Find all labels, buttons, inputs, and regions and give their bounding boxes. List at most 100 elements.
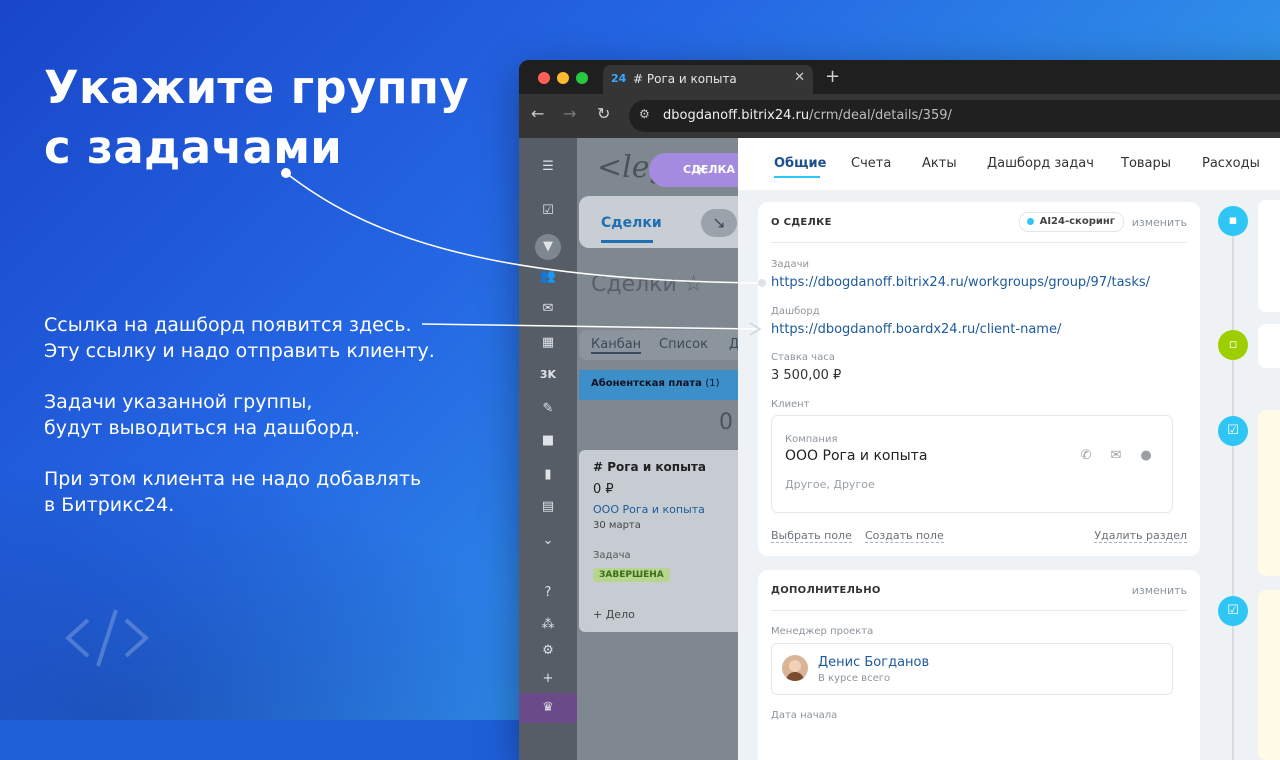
card-task-label: Задача — [593, 550, 631, 561]
box-icon[interactable]: ■ — [539, 432, 557, 450]
kanban-column-header[interactable]: Абонентская плата (1) — [579, 370, 749, 400]
dashboard-link[interactable]: https://dbogdanoff.boardx24.ru/client-na… — [771, 322, 1061, 337]
email-icon[interactable]: ✉ — [1108, 448, 1124, 464]
url-host: dbogdanoff.bitrix24.ru — [663, 108, 810, 123]
help-icon[interactable]: ? — [539, 584, 557, 602]
tab-expenses[interactable]: Расходы — [1202, 156, 1260, 171]
task-check-icon[interactable]: ☑ — [1218, 596, 1248, 626]
settings-gear-icon[interactable]: ⚙ — [539, 642, 557, 660]
ai-chip-label: AI24-скоринг — [1039, 216, 1115, 227]
tab-invoices[interactable]: Счета — [851, 156, 891, 171]
view-list[interactable]: Список — [659, 337, 708, 352]
tab-close-icon[interactable]: ✕ — [794, 70, 805, 85]
column-name: Абонентская плата — [591, 378, 702, 389]
view-kanban[interactable]: Канбан — [591, 337, 642, 354]
slide-headline: Укажите группу с задачами — [44, 58, 469, 178]
edit-section-link[interactable]: изменить — [1132, 216, 1187, 229]
tasks-link[interactable]: https://dbogdanoff.bitrix24.ru/workgroup… — [771, 275, 1150, 290]
tab-acts[interactable]: Акты — [922, 156, 957, 171]
tab-title: # Рога и копыта — [633, 72, 737, 86]
card-title[interactable]: # Рога и копыта — [593, 460, 706, 474]
card-sum: 0 ₽ — [593, 482, 614, 497]
menu-icon[interactable]: ☰ — [539, 158, 557, 176]
back-arrow-icon[interactable]: ← — [531, 104, 544, 123]
site-settings-icon[interactable]: ⚙ — [639, 107, 655, 123]
crm-funnel-icon[interactable]: ▼ — [535, 234, 561, 260]
structure-icon[interactable]: ⁂ — [539, 616, 557, 634]
timeline-item[interactable] — [1258, 324, 1280, 368]
url-text: dbogdanoff.bitrix24.ru/crm/deal/details/… — [663, 108, 952, 123]
avatar — [782, 655, 808, 681]
chat-bubble-icon[interactable]: ▫ — [1218, 330, 1248, 360]
browser-tab[interactable]: 24 # Рога и копыта ✕ — [603, 65, 813, 94]
field-label-start-date: Дата начала — [771, 710, 838, 721]
headline-line-2: с задачами — [44, 121, 343, 174]
field-label-tasks: Задачи — [771, 259, 809, 270]
manager-status: В курсе всего — [818, 673, 891, 684]
manager-name[interactable]: Денис Богданов — [818, 655, 929, 670]
mail-icon[interactable]: ✉ — [539, 300, 557, 318]
add-activity-button[interactable]: + Дело — [593, 608, 635, 621]
close-window-icon[interactable] — [538, 72, 550, 84]
comment-icon[interactable]: ▪ — [1218, 206, 1248, 236]
crm-tabs: Сделки ↘ — [579, 196, 759, 248]
3k-icon[interactable]: 3K — [539, 366, 557, 384]
tab-products[interactable]: Товары — [1121, 156, 1171, 171]
forward-arrow-icon[interactable]: → — [563, 104, 576, 123]
import-arrow-icon[interactable]: ↘ — [701, 209, 737, 237]
close-slider-icon[interactable]: ✕ — [695, 153, 708, 187]
code-brackets-logo-icon — [65, 609, 149, 667]
task-check-icon[interactable]: ☑ — [1218, 416, 1248, 446]
crown-tariff-button[interactable]: ♛ — [519, 693, 577, 723]
add-icon[interactable]: + — [539, 670, 557, 688]
tasks-icon[interactable]: ☑ — [539, 202, 557, 220]
annotation-line: Эту ссылку и надо отправить клиенту. — [44, 340, 435, 362]
headline-line-1: Укажите группу — [44, 61, 469, 114]
annotation-line: будут выводиться на дашборд. — [44, 417, 360, 439]
tab-general[interactable]: Общие — [774, 156, 826, 171]
company-label: Компания — [785, 434, 838, 445]
client-company-box: Компания ООО Рога и копыта Другое, Друго… — [771, 415, 1173, 513]
chat-icon[interactable]: ● — [1138, 448, 1154, 464]
extra-section: ДОПОЛНИТЕЛЬНО изменить Менеджер проекта … — [758, 570, 1200, 760]
timeline-editor[interactable] — [1258, 200, 1280, 312]
manager-box: Денис Богданов В курсе всего — [771, 643, 1173, 695]
deal-chip-text: СДЕЛКА — [683, 163, 736, 176]
signature-icon[interactable]: ✎ — [539, 400, 557, 418]
minimize-window-icon[interactable] — [557, 72, 569, 84]
company-details: Другое, Другое — [785, 478, 875, 491]
url-path: /crm/deal/details/359/ — [809, 108, 952, 123]
field-label-client: Клиент — [771, 399, 810, 410]
active-tab-underline — [774, 176, 820, 178]
delete-section-link[interactable]: Удалить раздел — [1094, 529, 1187, 543]
tab-deals[interactable]: Сделки — [601, 215, 662, 231]
annotation-dashboard-link: Ссылка на дашборд появится здесь. Эту сс… — [44, 312, 435, 364]
reload-icon[interactable]: ↻ — [597, 104, 610, 123]
card-company-link[interactable]: ООО Рога и копыта — [593, 503, 705, 516]
maximize-window-icon[interactable] — [576, 72, 588, 84]
kanban-deal-card[interactable]: # Рога и копыта 0 ₽ ООО Рога и копыта 30… — [579, 450, 749, 632]
tab-task-dashboard[interactable]: Дашборд задач — [987, 156, 1094, 171]
annotation-line: Задачи указанной группы, — [44, 391, 313, 413]
ai-scoring-button[interactable]: AI24-скоринг — [1018, 212, 1124, 232]
about-deal-section: О СДЕЛКЕ AI24-скоринг изменить Задачи ht… — [758, 202, 1200, 556]
left-nav: ☰ ☑ ▼ 👥 ✉ ▦ 3K ✎ ■ ▮ ▤ ⌄ ? ⁂ ⚙ + ♛ — [519, 138, 577, 760]
select-field-link[interactable]: Выбрать поле — [771, 529, 852, 543]
annotation-line: При этом клиента не надо добавлять — [44, 468, 422, 490]
section-title: О СДЕЛКЕ — [771, 217, 832, 228]
create-field-link[interactable]: Создать поле — [865, 529, 944, 543]
address-bar[interactable]: ⚙ dbogdanoff.bitrix24.ru/crm/deal/detail… — [629, 100, 1280, 132]
new-tab-icon[interactable]: + — [825, 66, 840, 87]
phone-icon[interactable]: ✆ — [1078, 448, 1094, 464]
edit-section-link[interactable]: изменить — [1132, 584, 1187, 597]
calendar-icon[interactable]: ▦ — [539, 334, 557, 352]
timeline-item[interactable] — [1258, 590, 1280, 760]
timeline-item[interactable] — [1258, 410, 1280, 576]
id-card-icon[interactable]: ▤ — [539, 498, 557, 516]
more-chevron-icon[interactable]: ⌄ — [539, 532, 557, 550]
contacts-icon[interactable]: 👥 — [539, 268, 557, 286]
company-name[interactable]: ООО Рога и копыта — [785, 448, 927, 464]
annotation-line: Ссылка на дашборд появится здесь. — [44, 314, 412, 336]
crm-page-title: Сделки ☆ — [591, 272, 704, 297]
analytics-icon[interactable]: ▮ — [539, 466, 557, 484]
